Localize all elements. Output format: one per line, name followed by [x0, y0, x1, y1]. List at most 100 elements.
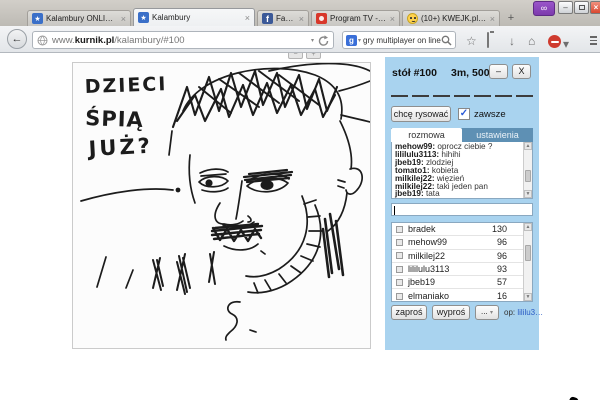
scrollbar-thumb[interactable]	[525, 170, 531, 182]
navigation-bar: ← www.kurnik.pl/kalambury/#100 ▾ g ▾ gry…	[0, 26, 600, 53]
table-settings-label: 3m, 500	[451, 67, 490, 79]
sketch-word-3: JUŻ?	[86, 133, 153, 161]
sketch-word-2: ŚPIĄ	[85, 105, 144, 132]
sketch-drawing: DZIECI ŚPIĄ JUŻ?	[73, 63, 370, 348]
search-input[interactable]: gry multiplayer on line	[363, 36, 441, 45]
tab-strip: ★ Kalambury ONLINE, zagraj... × ★ Kalamb…	[0, 0, 600, 26]
panel-minimize-button[interactable]: –	[489, 64, 508, 79]
player-checkbox[interactable]	[396, 252, 403, 259]
player-row[interactable]: bradek 130	[392, 223, 523, 236]
tab-kwejk[interactable]: (10+) KWEJK.pl - Najlepszy... ×	[402, 10, 500, 26]
player-row[interactable]: lililulu3113 93	[392, 263, 523, 276]
scroll-down-icon[interactable]: ▼	[524, 190, 532, 198]
downloads-icon[interactable]: ↓	[509, 34, 515, 48]
tab-program-tv[interactable]: Program TV - Wszystkie p... ×	[311, 10, 400, 26]
scroll-up-icon[interactable]: ▲	[524, 223, 532, 231]
panel-tabs: rozmowa ustawienia	[391, 128, 533, 142]
sketch-word-1: DZIECI	[84, 73, 167, 98]
google-icon: g	[346, 35, 357, 46]
player-row[interactable]: milkilej22 96	[392, 250, 523, 263]
tab-title: Program TV - Wszystkie p...	[330, 14, 387, 23]
tab-settings[interactable]: ustawienia	[462, 128, 533, 142]
home-icon[interactable]: ⌂	[528, 34, 535, 48]
player-list-scrollbar[interactable]: ▲ ▼	[523, 223, 532, 301]
op-name: lililu3…	[517, 308, 543, 317]
new-tab-button[interactable]: +	[503, 11, 519, 25]
word-placeholder	[391, 95, 533, 97]
kick-button[interactable]: wyproś	[432, 305, 470, 320]
window-minimize-button[interactable]: –	[558, 1, 573, 14]
back-button[interactable]: ←	[7, 29, 27, 49]
tab-kalambury[interactable]: ★ Kalambury ×	[133, 8, 255, 26]
url-dropdown-icon[interactable]: ▾	[311, 37, 314, 44]
player-checkbox[interactable]	[396, 266, 403, 273]
adblock-dropdown-icon[interactable]: ▾	[563, 37, 569, 51]
player-row[interactable]: mehow99 96	[392, 236, 523, 249]
star-icon: ★	[138, 12, 149, 23]
scroll-up-icon[interactable]: ▲	[524, 142, 532, 150]
chat-scrollbar[interactable]: ▲ ▼	[523, 142, 532, 198]
player-list: bradek 130 mehow99 96 milkilej22 96 lili…	[391, 222, 533, 302]
sketch-face	[81, 64, 370, 341]
url-domain: kurnik.pl	[75, 35, 115, 46]
scroll-down-icon[interactable]: ▼	[524, 293, 532, 301]
tab-facebook[interactable]: f Facebook ×	[257, 10, 309, 26]
extension-button[interactable]: ∞	[533, 1, 555, 16]
text-cursor	[394, 206, 395, 215]
chat-message: jbeb19 tata	[395, 190, 521, 198]
reload-icon[interactable]	[318, 35, 329, 46]
panel-actions: zaproś wyproś ... ▾ op: lililu3…	[391, 305, 533, 321]
tab-close-icon[interactable]: ×	[490, 15, 495, 23]
player-checkbox[interactable]	[396, 226, 403, 233]
tv-icon	[316, 13, 327, 24]
smiley-icon	[407, 13, 418, 24]
op-label: op: lililu3…	[504, 308, 543, 317]
player-checkbox[interactable]	[396, 239, 403, 246]
tab-chat[interactable]: rozmowa	[391, 128, 462, 142]
facebook-icon: f	[262, 13, 273, 24]
tab-title: (10+) KWEJK.pl - Najlepszy...	[421, 14, 487, 23]
player-checkbox[interactable]	[396, 293, 403, 300]
tab-close-icon[interactable]: ×	[245, 14, 250, 22]
player-checkbox[interactable]	[396, 279, 403, 286]
browser-window: ★ Kalambury ONLINE, zagraj... × ★ Kalamb…	[0, 0, 600, 400]
url-prefix: www.	[52, 35, 75, 46]
always-checkbox-label: zawsze	[474, 109, 506, 120]
invite-button[interactable]: zaproś	[391, 305, 427, 320]
tab-close-icon[interactable]: ×	[390, 15, 395, 23]
maximize-icon	[579, 5, 585, 10]
tab-close-icon[interactable]: ×	[121, 15, 126, 23]
url-path: /kalambury/#100	[114, 35, 184, 46]
page-content: − + DZIECI ŚPIĄ JUŻ?	[0, 53, 600, 400]
bookmark-star-icon[interactable]: ☆	[466, 34, 477, 48]
clipboard-glyph	[487, 32, 489, 48]
always-checkbox[interactable]	[458, 108, 470, 120]
drawing-canvas[interactable]: DZIECI ŚPIĄ JUŻ?	[72, 62, 371, 349]
magnifier-icon[interactable]	[441, 35, 452, 46]
tab-close-icon[interactable]: ×	[299, 15, 304, 23]
game-panel: stół #100 3m, 500 – X chcę rysować zawsz…	[385, 57, 539, 350]
window-maximize-button[interactable]	[574, 1, 589, 14]
star-icon: ★	[32, 13, 43, 24]
want-to-draw-button[interactable]: chcę rysować	[391, 106, 451, 122]
tab-title: Facebook	[276, 14, 296, 23]
window-close-button[interactable]: ×	[590, 1, 600, 14]
player-row[interactable]: jbeb19 57	[392, 276, 523, 289]
chat-input[interactable]	[391, 203, 533, 216]
more-dropdown[interactable]: ... ▾	[475, 305, 499, 320]
table-title: stół #100	[392, 67, 437, 79]
menu-icon[interactable]	[590, 36, 597, 47]
tab-kalambury-online[interactable]: ★ Kalambury ONLINE, zagraj... ×	[27, 10, 131, 26]
globe-icon	[37, 35, 48, 46]
player-row[interactable]: elmaniako 16	[392, 290, 523, 303]
scrollbar-thumb[interactable]	[525, 245, 531, 261]
panel-close-button[interactable]: X	[512, 64, 531, 79]
search-engine-dropdown-icon[interactable]: ▾	[358, 37, 361, 44]
chevron-down-icon: ▾	[490, 310, 493, 316]
tab-title: Kalambury ONLINE, zagraj...	[46, 14, 118, 23]
clipboard-icon[interactable]	[487, 33, 489, 47]
adblock-icon[interactable]	[548, 35, 561, 48]
search-bar[interactable]: g ▾ gry multiplayer on line	[342, 31, 456, 49]
url-bar[interactable]: www.kurnik.pl/kalambury/#100 ▾	[32, 31, 334, 49]
tab-title: Kalambury	[152, 13, 242, 22]
